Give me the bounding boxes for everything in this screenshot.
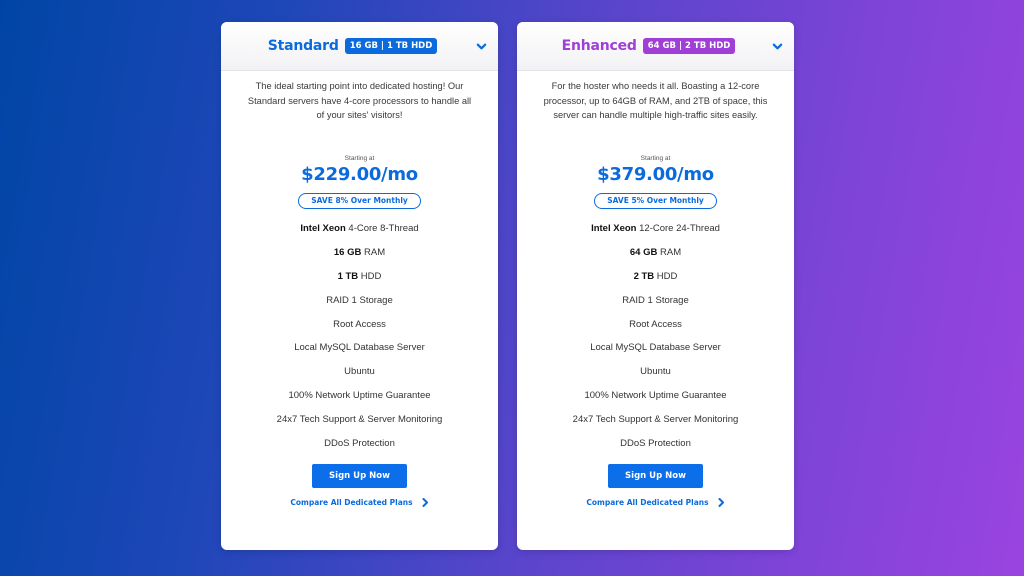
plan-name: Standard: [267, 38, 339, 54]
feature-text: 100% Network Uptime Guarantee: [584, 390, 727, 402]
feature-item: 1 TB HDD: [221, 265, 498, 289]
feature-highlight: 16 GB: [333, 246, 362, 258]
feature-item: 2 TB HDD: [517, 265, 794, 289]
feature-text: Ubuntu: [640, 366, 671, 378]
feature-item: Local MySQL Database Server: [221, 336, 498, 360]
plan-description: The ideal starting point into dedicated …: [247, 81, 472, 120]
starting-at-label: Starting at: [344, 155, 375, 162]
feature-highlight: Intel Xeon: [591, 223, 637, 234]
feature-item: Ubuntu: [517, 360, 794, 384]
sign-up-button[interactable]: Sign Up Now: [608, 463, 703, 488]
feature-text: DDoS Protection: [324, 438, 395, 450]
feature-text: DDoS Protection: [620, 438, 691, 450]
feature-highlight: 64 GB: [629, 246, 658, 258]
plan-card-enhanced: Enhanced 64 GB | 2 TB HDD For the hoster…: [517, 22, 794, 550]
feature-text: RAID 1 Storage: [326, 294, 393, 306]
feature-text: 24x7 Tech Support & Server Monitoring: [572, 414, 739, 426]
feature-item: 100% Network Uptime Guarantee: [221, 384, 498, 408]
plan-price: $229.00/mo: [301, 164, 418, 185]
feature-list: Intel Xeon 12-Core 24-Thread 64 GB RAM 2…: [517, 217, 794, 456]
feature-text: Root Access: [629, 318, 682, 330]
feature-item: 64 GB RAM: [517, 241, 794, 265]
feature-item: 24x7 Tech Support & Server Monitoring: [517, 408, 794, 432]
plan-card-standard: Standard 16 GB | 1 TB HDD The ideal star…: [221, 22, 498, 550]
feature-highlight: Intel Xeon: [300, 223, 346, 234]
feature-highlight: 1 TB: [337, 270, 359, 282]
plan-description: For the hoster who needs it all. Boastin…: [543, 81, 768, 120]
feature-item: 100% Network Uptime Guarantee: [517, 384, 794, 408]
feature-text: Local MySQL Database Server: [294, 342, 425, 354]
chevron-down-icon[interactable]: [772, 41, 783, 52]
chevron-right-icon: [422, 497, 428, 507]
feature-text: 4-Core 8-Thread: [345, 223, 419, 234]
plan-spec-badge: 16 GB | 1 TB HDD: [344, 38, 438, 54]
sign-up-button[interactable]: Sign Up Now: [312, 463, 407, 488]
feature-item: Local MySQL Database Server: [517, 336, 794, 360]
feature-text: RAM: [361, 246, 386, 258]
save-badge: SAVE 5% Over Monthly: [594, 193, 717, 209]
feature-item: DDoS Protection: [221, 432, 498, 456]
feature-text: Root Access: [333, 318, 386, 330]
feature-text: Local MySQL Database Server: [590, 342, 721, 354]
feature-item: Intel Xeon 4-Core 8-Thread: [221, 217, 498, 241]
feature-list: Intel Xeon 4-Core 8-Thread 16 GB RAM 1 T…: [221, 217, 498, 456]
feature-item: Root Access: [517, 313, 794, 337]
feature-text: RAID 1 Storage: [622, 294, 689, 306]
feature-text: 100% Network Uptime Guarantee: [288, 390, 431, 402]
feature-item: Ubuntu: [221, 360, 498, 384]
feature-text: RAM: [657, 246, 682, 258]
compare-plans-link[interactable]: Compare All Dedicated Plans: [221, 497, 498, 507]
feature-item: RAID 1 Storage: [221, 289, 498, 313]
plan-header[interactable]: Standard 16 GB | 1 TB HDD: [221, 22, 498, 71]
plan-price: $379.00/mo: [597, 164, 714, 185]
feature-item: 16 GB RAM: [221, 241, 498, 265]
compare-plans-label: Compare All Dedicated Plans: [290, 497, 413, 507]
plan-header[interactable]: Enhanced 64 GB | 2 TB HDD: [517, 22, 794, 71]
feature-item: Intel Xeon 12-Core 24-Thread: [517, 217, 794, 241]
save-badge: SAVE 8% Over Monthly: [298, 193, 421, 209]
feature-highlight: 2 TB: [633, 270, 655, 282]
feature-text: HDD: [358, 270, 382, 282]
feature-item: DDoS Protection: [517, 432, 794, 456]
feature-item: Root Access: [221, 313, 498, 337]
plan-name: Enhanced: [561, 38, 637, 54]
compare-plans-link[interactable]: Compare All Dedicated Plans: [517, 497, 794, 507]
feature-text: HDD: [654, 270, 678, 282]
plan-spec-badge: 64 GB | 2 TB HDD: [642, 38, 736, 54]
feature-item: RAID 1 Storage: [517, 289, 794, 313]
starting-at-label: Starting at: [640, 155, 671, 162]
chevron-down-icon[interactable]: [476, 41, 487, 52]
feature-text: 24x7 Tech Support & Server Monitoring: [276, 414, 443, 426]
compare-plans-label: Compare All Dedicated Plans: [586, 497, 709, 507]
feature-text: 12-Core 24-Thread: [636, 223, 720, 234]
chevron-right-icon: [718, 497, 724, 507]
feature-text: Ubuntu: [344, 366, 375, 378]
feature-item: 24x7 Tech Support & Server Monitoring: [221, 408, 498, 432]
